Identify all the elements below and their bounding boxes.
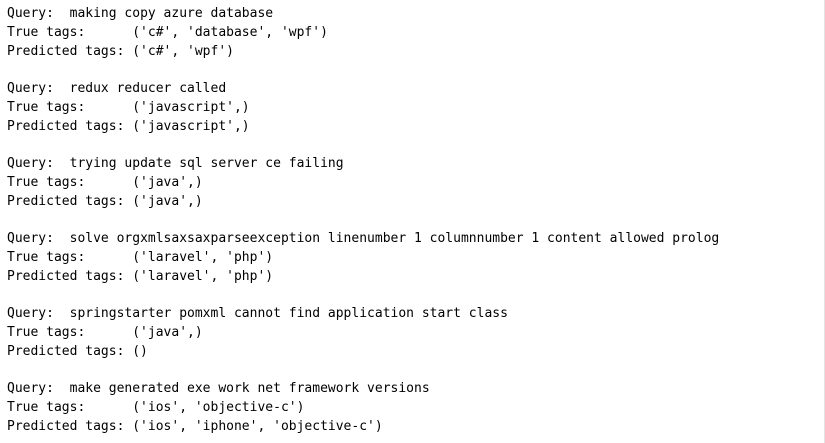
true-tags-value: ('ios', 'objective-c') bbox=[132, 400, 305, 415]
predicted-tags-label: Predicted tags: bbox=[7, 44, 133, 59]
result-block: Query: trying update sql server ce faili… bbox=[7, 154, 824, 211]
query-text: make generated exe work net framework ve… bbox=[69, 381, 430, 396]
true-tags-value: ('c#', 'database', 'wpf') bbox=[132, 25, 328, 40]
predicted-tags-value: () bbox=[132, 344, 148, 359]
predicted-tags-value: ('laravel', 'php') bbox=[132, 269, 274, 284]
predicted-tags-line: Predicted tags: ('javascript',) bbox=[7, 117, 824, 136]
result-block: Query: make generated exe work net frame… bbox=[7, 379, 824, 436]
query-text: solve orgxmlsaxsaxparseexception linenum… bbox=[69, 231, 720, 246]
query-line: Query: solve orgxmlsaxsaxparseexception … bbox=[7, 229, 824, 248]
true-tags-label: True tags: bbox=[7, 250, 133, 265]
query-label: Query: bbox=[7, 306, 70, 321]
predicted-tags-line: Predicted tags: ('java',) bbox=[7, 192, 824, 211]
true-tags-value: ('java',) bbox=[132, 325, 203, 340]
predicted-tags-label: Predicted tags: bbox=[7, 269, 133, 284]
predicted-tags-label: Predicted tags: bbox=[7, 119, 133, 134]
true-tags-label: True tags: bbox=[7, 400, 133, 415]
query-line: Query: making copy azure database bbox=[7, 4, 824, 23]
predicted-tags-value: ('javascript',) bbox=[132, 119, 250, 134]
true-tags-line: True tags: ('ios', 'objective-c') bbox=[7, 398, 824, 417]
query-label: Query: bbox=[7, 156, 70, 171]
predicted-tags-value: ('java',) bbox=[132, 194, 203, 209]
query-label: Query: bbox=[7, 6, 70, 21]
query-line: Query: springstarter pomxml cannot find … bbox=[7, 304, 824, 323]
output-panel: Query: making copy azure database True t… bbox=[0, 0, 825, 443]
predicted-tags-label: Predicted tags: bbox=[7, 344, 133, 359]
result-block: Query: springstarter pomxml cannot find … bbox=[7, 304, 824, 361]
result-block: Query: making copy azure database True t… bbox=[7, 4, 824, 61]
true-tags-value: ('javascript',) bbox=[132, 100, 250, 115]
predicted-tags-line: Predicted tags: ('c#', 'wpf') bbox=[7, 42, 824, 61]
result-block: Query: solve orgxmlsaxsaxparseexception … bbox=[7, 229, 824, 286]
predicted-tags-line: Predicted tags: () bbox=[7, 342, 824, 361]
result-block: Query: redux reducer called True tags: (… bbox=[7, 79, 824, 136]
true-tags-label: True tags: bbox=[7, 25, 133, 40]
predicted-tags-value: ('ios', 'iphone', 'objective-c') bbox=[132, 419, 383, 434]
true-tags-line: True tags: ('c#', 'database', 'wpf') bbox=[7, 23, 824, 42]
true-tags-line: True tags: ('java',) bbox=[7, 323, 824, 342]
query-line: Query: redux reducer called bbox=[7, 79, 824, 98]
predicted-tags-line: Predicted tags: ('ios', 'iphone', 'objec… bbox=[7, 417, 824, 436]
query-text: redux reducer called bbox=[69, 81, 227, 96]
true-tags-value: ('laravel', 'php') bbox=[132, 250, 274, 265]
query-label: Query: bbox=[7, 381, 70, 396]
predicted-tags-line: Predicted tags: ('laravel', 'php') bbox=[7, 267, 824, 286]
query-line: Query: trying update sql server ce faili… bbox=[7, 154, 824, 173]
predicted-tags-label: Predicted tags: bbox=[7, 419, 133, 434]
true-tags-label: True tags: bbox=[7, 325, 133, 340]
query-line: Query: make generated exe work net frame… bbox=[7, 379, 824, 398]
predicted-tags-value: ('c#', 'wpf') bbox=[132, 44, 234, 59]
predicted-tags-label: Predicted tags: bbox=[7, 194, 133, 209]
true-tags-value: ('java',) bbox=[132, 175, 203, 190]
query-label: Query: bbox=[7, 231, 70, 246]
true-tags-label: True tags: bbox=[7, 175, 133, 190]
true-tags-line: True tags: ('laravel', 'php') bbox=[7, 248, 824, 267]
query-text: springstarter pomxml cannot find applica… bbox=[69, 306, 508, 321]
true-tags-line: True tags: ('javascript',) bbox=[7, 98, 824, 117]
query-text: making copy azure database bbox=[69, 6, 274, 21]
true-tags-line: True tags: ('java',) bbox=[7, 173, 824, 192]
true-tags-label: True tags: bbox=[7, 100, 133, 115]
query-label: Query: bbox=[7, 81, 70, 96]
query-text: trying update sql server ce failing bbox=[69, 156, 344, 171]
